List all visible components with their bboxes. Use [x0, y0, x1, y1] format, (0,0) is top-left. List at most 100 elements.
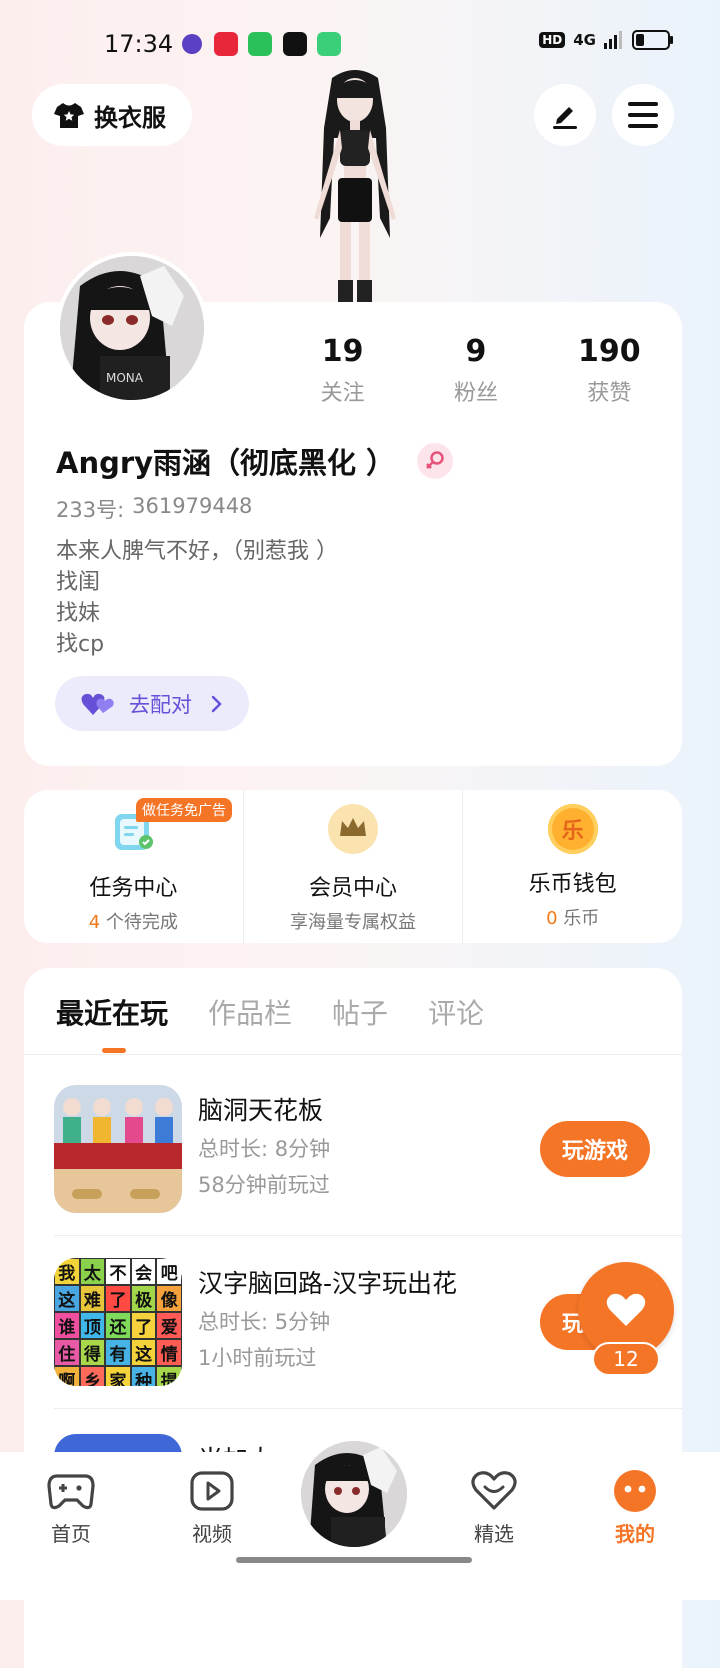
face-icon	[614, 1470, 656, 1512]
battery-icon	[632, 30, 673, 50]
game-name: 汉字脑回路-汉字玩出花	[198, 1269, 458, 1298]
heart-icon	[606, 1293, 646, 1326]
thumb-char: 谁	[54, 1312, 80, 1339]
coin-unit: 乐币	[557, 908, 600, 929]
avatar-figure[interactable]	[290, 68, 420, 304]
thumb-char: 极	[130, 1285, 157, 1312]
list-divider	[54, 1235, 682, 1236]
services-bar: 做任务免广告 任务中心 4 个待完成 会员中心 享海量专属权益 乐 乐币钱包 0…	[24, 790, 682, 943]
avatar-image: MONA	[60, 256, 204, 400]
nav-home[interactable]: 首页	[26, 1470, 116, 1547]
game-item[interactable]: 脑洞天花板 总时长: 8分钟 58分钟前玩过 玩游戏	[54, 1085, 682, 1215]
bio-line: 找妹	[56, 601, 101, 626]
chat-notification-icon	[248, 32, 272, 56]
play-game-button[interactable]: 玩游戏	[540, 1121, 650, 1177]
thumb-char: 还	[105, 1312, 131, 1339]
coin-icon: 乐	[547, 804, 598, 854]
thumb-char: 有	[105, 1339, 131, 1366]
user-id-label: 233号:	[56, 498, 125, 522]
nav-avatar[interactable]	[298, 1438, 410, 1550]
thumb-char: 种	[130, 1366, 157, 1386]
task-center[interactable]: 做任务免广告 任务中心 4 个待完成	[24, 790, 243, 943]
tab-recently-played[interactable]: 最近在玩	[56, 992, 168, 1032]
task-badge: 做任务免广告	[136, 798, 232, 822]
status-indicators: HD 4G	[539, 30, 673, 50]
coin-wallet[interactable]: 乐 乐币钱包 0 乐币	[462, 790, 682, 943]
following-count: 19	[321, 334, 364, 369]
game-last-played: 1小时前玩过	[198, 1346, 317, 1370]
thumb-char: 不	[105, 1258, 131, 1285]
likes-count: 190	[578, 334, 641, 369]
bio-line: 找cp	[56, 632, 105, 657]
likes-label: 获赞	[587, 381, 632, 406]
nav-me[interactable]: 我的	[590, 1470, 680, 1547]
home-indicator	[236, 1557, 472, 1563]
change-outfit-button[interactable]: 换衣服	[32, 84, 192, 146]
profile-stats: 19 关注 9 粉丝 190 获赞	[276, 334, 676, 407]
svg-text:MONA: MONA	[106, 371, 144, 385]
bio: 本来人脾气不好，（别惹我 ） 找闺 找妹 找cp	[56, 536, 338, 660]
tab-works[interactable]: 作品栏	[208, 992, 292, 1032]
coin-wallet-sub: 0 乐币	[463, 904, 682, 930]
following-label: 关注	[320, 381, 365, 406]
thumb-char: 了	[105, 1285, 131, 1312]
thumb-char: 吧	[156, 1258, 182, 1285]
game-duration: 总时长: 8分钟	[198, 1137, 331, 1161]
tshirt-icon	[54, 103, 84, 128]
vip-center[interactable]: 会员中心 享海量专属权益	[242, 790, 463, 943]
female-icon	[417, 443, 454, 479]
game-name: 脑洞天花板	[198, 1096, 324, 1125]
like-count: 12	[592, 1342, 660, 1376]
likes-stat[interactable]: 190 获赞	[543, 334, 676, 407]
chevron-right-icon	[211, 695, 222, 712]
signal-icon	[604, 31, 622, 49]
task-center-sub: 4 个待完成	[24, 908, 243, 934]
tab-indicator	[102, 1048, 126, 1053]
tab-comments[interactable]: 评论	[428, 992, 484, 1032]
thumb-char: 情	[156, 1339, 182, 1366]
coin-balance: 0	[546, 908, 558, 929]
edit-profile-button[interactable]	[534, 84, 596, 146]
app-notification-icon	[317, 32, 341, 56]
thumb-char: 住	[54, 1339, 80, 1366]
status-time: 17:34	[104, 30, 174, 58]
menu-button[interactable]	[612, 84, 674, 146]
task-pending-count: 4	[88, 912, 101, 933]
pen-icon	[553, 107, 577, 129]
list-divider	[54, 1408, 682, 1409]
thumb-char: 会	[130, 1258, 157, 1285]
thumb-char: 像	[156, 1285, 182, 1312]
user-id[interactable]: 233号: 361979448	[56, 494, 252, 524]
game-thumbnail	[54, 1085, 182, 1213]
tab-posts[interactable]: 帖子	[332, 992, 388, 1032]
network-label: 4G	[573, 31, 596, 49]
followers-stat[interactable]: 9 粉丝	[409, 334, 542, 407]
game-duration: 总时长: 5分钟	[198, 1310, 331, 1334]
user-id-value: 361979448	[132, 494, 253, 518]
nav-me-label: 我的	[615, 1522, 655, 1546]
gamepad-icon	[47, 1474, 95, 1510]
tabs-divider	[24, 1054, 682, 1055]
task-center-title: 任务中心	[89, 876, 178, 901]
nav-video-label: 视频	[192, 1522, 232, 1546]
thumb-char: 家	[105, 1366, 131, 1386]
following-stat[interactable]: 19 关注	[276, 334, 409, 407]
crown-icon	[328, 804, 378, 854]
nav-home-label: 首页	[51, 1522, 91, 1546]
avatar[interactable]: MONA	[56, 252, 208, 404]
thumb-char: 顶	[79, 1312, 106, 1339]
username-row: Angry雨涵（彻底黑化 ）	[56, 440, 454, 482]
username: Angry雨涵（彻底黑化 ）	[56, 446, 396, 480]
thumb-char: 啊	[54, 1366, 80, 1386]
match-button[interactable]: 去配对	[55, 676, 249, 731]
nav-featured-label: 精选	[474, 1522, 514, 1546]
game-thumbnail: 我太不会吧这难了极像谁顶还了爱住得有这情啊乡家种提	[54, 1258, 182, 1386]
thumb-char: 我	[54, 1258, 80, 1285]
nav-featured[interactable]: 精选	[449, 1470, 539, 1547]
nav-video[interactable]: 视频	[167, 1470, 257, 1547]
vip-center-sub: 享海量专属权益	[290, 912, 416, 933]
bio-line: 找闺	[56, 570, 101, 595]
bio-line: 本来人脾气不好，（别惹我 ）	[56, 539, 338, 564]
thumb-char: 这	[130, 1339, 157, 1366]
hd-badge: HD	[539, 32, 566, 48]
